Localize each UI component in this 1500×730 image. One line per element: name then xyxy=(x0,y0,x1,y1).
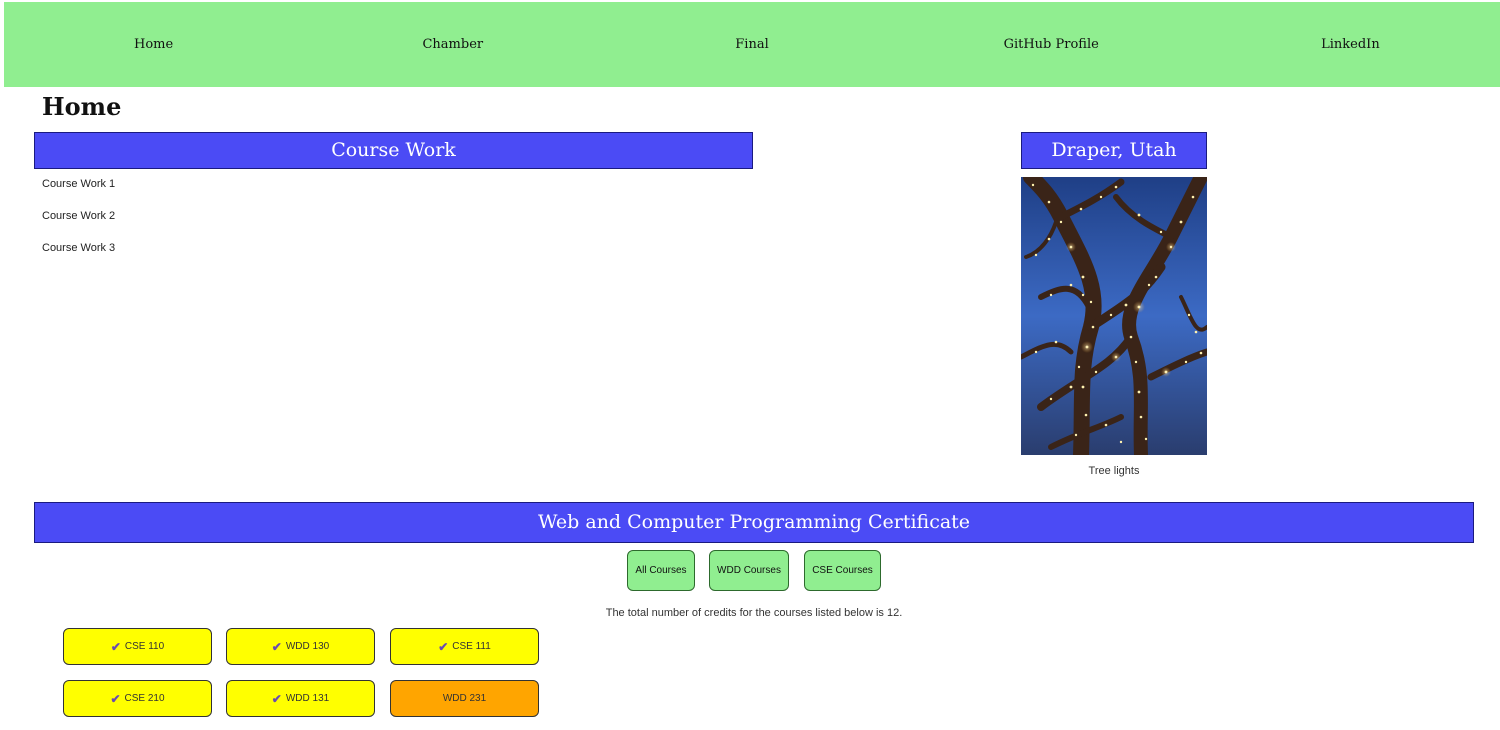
list-item: Course Work 3 xyxy=(42,242,115,274)
list-item: Course Work 1 xyxy=(42,178,115,210)
certificate-heading: Web and Computer Programming Certificate xyxy=(34,502,1474,543)
nav-link-linkedin[interactable]: LinkedIn xyxy=(1201,37,1500,52)
coursework-link-2[interactable]: Course Work 2 xyxy=(42,210,115,222)
coursework-heading: Course Work xyxy=(34,132,753,169)
nav-link-home[interactable]: Home xyxy=(4,37,303,52)
nav-link-final[interactable]: Final xyxy=(602,37,901,52)
course-card-cse110[interactable]: ✔ CSE 110 xyxy=(63,628,212,665)
check-icon: ✔ xyxy=(271,639,282,654)
wdd-courses-button[interactable]: WDD Courses xyxy=(709,550,789,591)
coursework-link-1[interactable]: Course Work 1 xyxy=(42,178,115,190)
nav-link-chamber[interactable]: Chamber xyxy=(303,37,602,52)
location-heading: Draper, Utah xyxy=(1021,132,1207,169)
page-title: Home xyxy=(42,92,122,121)
course-card-wdd131[interactable]: ✔ WDD 131 xyxy=(226,680,375,717)
course-card-cse111[interactable]: ✔ CSE 111 xyxy=(390,628,539,665)
tree-lights-image xyxy=(1021,177,1207,455)
check-icon: ✔ xyxy=(110,639,121,654)
cse-courses-button[interactable]: CSE Courses xyxy=(804,550,881,591)
check-icon: ✔ xyxy=(438,639,449,654)
course-label: CSE 110 xyxy=(124,641,165,652)
course-label: CSE 210 xyxy=(124,693,165,704)
main-nav: Home Chamber Final GitHub Profile Linked… xyxy=(4,2,1500,87)
credits-summary: The total number of credits for the cour… xyxy=(605,607,903,619)
course-label: CSE 111 xyxy=(452,641,491,652)
check-icon: ✔ xyxy=(271,691,282,706)
coursework-link-3[interactable]: Course Work 3 xyxy=(42,242,115,254)
check-icon: ✔ xyxy=(110,691,121,706)
coursework-list: Course Work 1 Course Work 2 Course Work … xyxy=(42,178,115,274)
course-label: WDD 130 xyxy=(285,641,330,652)
course-label: WDD 231 xyxy=(442,693,487,704)
course-card-wdd130[interactable]: ✔ WDD 130 xyxy=(226,628,375,665)
tree-lights-illustration xyxy=(1021,177,1207,455)
course-label: WDD 131 xyxy=(285,693,330,704)
course-card-cse210[interactable]: ✔ CSE 210 xyxy=(63,680,212,717)
list-item: Course Work 2 xyxy=(42,210,115,242)
course-card-wdd231[interactable]: WDD 231 xyxy=(390,680,539,717)
all-courses-button[interactable]: All Courses xyxy=(627,550,695,591)
nav-link-github[interactable]: GitHub Profile xyxy=(902,37,1201,52)
image-caption: Tree lights xyxy=(1088,465,1140,477)
